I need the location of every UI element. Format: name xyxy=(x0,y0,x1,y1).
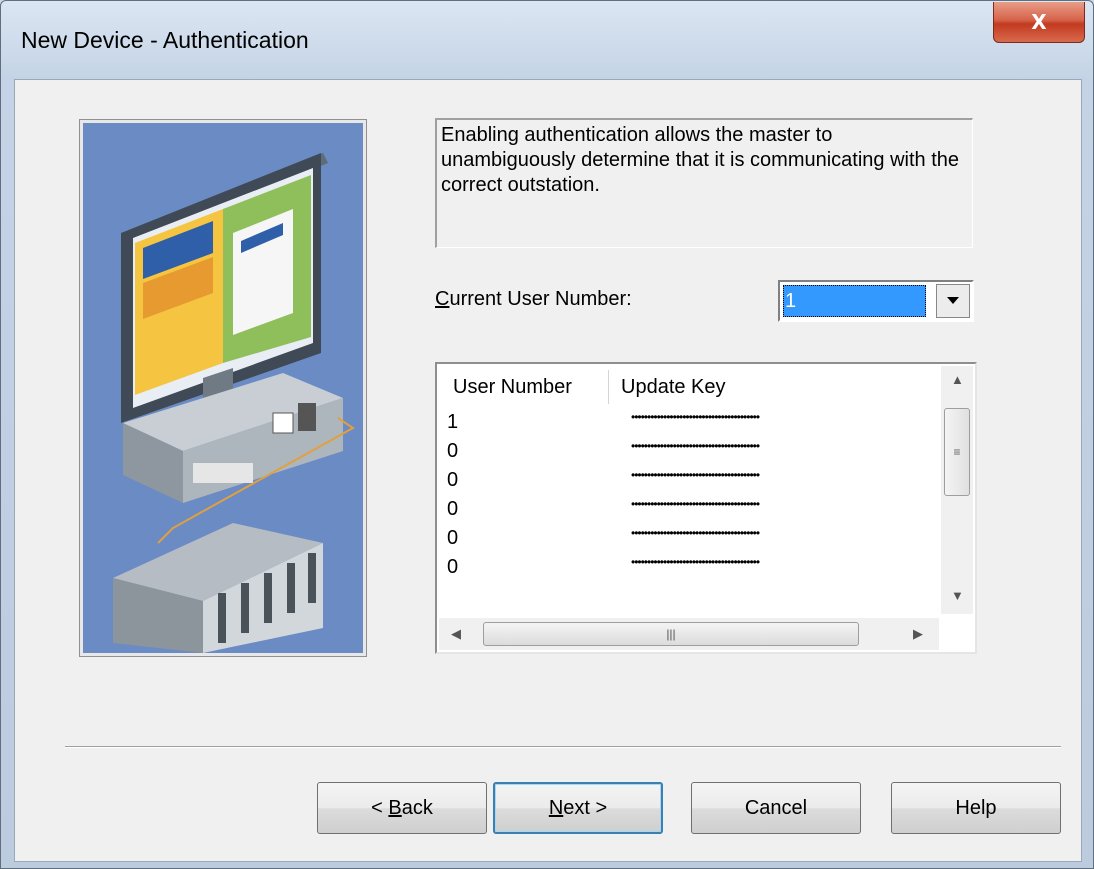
list-item[interactable]: 1 •••••••••••••••••••••••••••••••••••••••… xyxy=(445,408,935,437)
arrow-up-icon[interactable]: ▲ xyxy=(951,372,964,387)
list-rows: 1 •••••••••••••••••••••••••••••••••••••••… xyxy=(445,408,935,582)
user-number-cell: 0 xyxy=(447,469,459,491)
arrow-left-icon[interactable]: ◀ xyxy=(451,626,461,642)
arrow-down-icon[interactable]: ▼ xyxy=(951,588,964,603)
description-box: Enabling authentication allows the maste… xyxy=(435,118,973,248)
cancel-button[interactable]: Cancel xyxy=(691,782,861,834)
label-rest: urrent User Number: xyxy=(449,288,632,310)
user-number-cell: 0 xyxy=(447,527,459,549)
list-item[interactable]: 0 •••••••••••••••••••••••••••••••••••••••… xyxy=(445,466,935,495)
column-header-user-number[interactable]: User Number xyxy=(443,370,609,404)
vertical-scrollbar[interactable]: ▲ ≡ ▼ xyxy=(941,366,973,614)
combo-selected-value[interactable]: 1 xyxy=(783,285,926,317)
user-number-cell: 0 xyxy=(447,498,459,520)
button-separator xyxy=(65,746,1061,748)
horizontal-scrollbar[interactable]: ◀ ||| ▶ xyxy=(439,618,939,650)
update-key-cell: •••••••••••••••••••••••••••••••••••••••• xyxy=(631,526,760,540)
window-title: New Device - Authentication xyxy=(21,27,309,53)
back-prefix: < xyxy=(371,797,389,819)
update-key-cell: •••••••••••••••••••••••••••••••••••••••• xyxy=(631,468,760,482)
back-rest: ack xyxy=(401,797,433,819)
label-mnemonic: C xyxy=(435,288,450,310)
update-key-cell: •••••••••••••••••••••••••••••••••••••••• xyxy=(631,410,760,424)
user-key-list[interactable]: User Number Update Key 1 ••••••••••••••••… xyxy=(435,362,977,654)
dropdown-button[interactable] xyxy=(936,284,970,318)
list-item[interactable]: 0 •••••••••••••••••••••••••••••••••••••••… xyxy=(445,524,935,553)
chevron-down-icon xyxy=(947,297,959,304)
dialog-window: New Device - Authentication X Enabling a… xyxy=(0,0,1094,869)
arrow-right-icon[interactable]: ▶ xyxy=(913,626,923,642)
next-rest: ext > xyxy=(563,797,608,819)
current-user-number-label: Current User Number: xyxy=(435,288,632,311)
update-key-cell: •••••••••••••••••••••••••••••••••••••••• xyxy=(631,555,760,569)
close-icon: X xyxy=(1031,10,1047,34)
list-item[interactable]: 0 •••••••••••••••••••••••••••••••••••••••… xyxy=(445,553,935,582)
next-button[interactable]: Next > xyxy=(493,782,663,834)
update-key-cell: •••••••••••••••••••••••••••••••••••••••• xyxy=(631,497,760,511)
computer-plc-illustration xyxy=(79,119,367,657)
list-item[interactable]: 0 •••••••••••••••••••••••••••••••••••••••… xyxy=(445,495,935,524)
back-mnemonic: B xyxy=(388,797,402,819)
illustration-svg xyxy=(113,153,355,653)
help-button[interactable]: Help xyxy=(891,782,1061,834)
update-key-cell: •••••••••••••••••••••••••••••••••••••••• xyxy=(631,439,760,453)
dialog-client-area: Enabling authentication allows the maste… xyxy=(14,79,1082,862)
vertical-scroll-thumb[interactable]: ≡ xyxy=(944,408,970,496)
back-button[interactable]: < Back xyxy=(317,782,487,834)
user-number-cell: 1 xyxy=(447,411,459,433)
user-number-cell: 0 xyxy=(447,440,459,462)
next-mnemonic: N xyxy=(548,797,564,819)
user-number-cell: 0 xyxy=(447,556,459,578)
current-user-number-dropdown[interactable]: 1 xyxy=(778,280,974,322)
close-button[interactable]: X xyxy=(993,2,1085,43)
column-header-update-key[interactable]: Update Key xyxy=(611,370,931,404)
horizontal-scroll-thumb[interactable]: ||| xyxy=(483,622,859,646)
list-item[interactable]: 0 •••••••••••••••••••••••••••••••••••••••… xyxy=(445,437,935,466)
